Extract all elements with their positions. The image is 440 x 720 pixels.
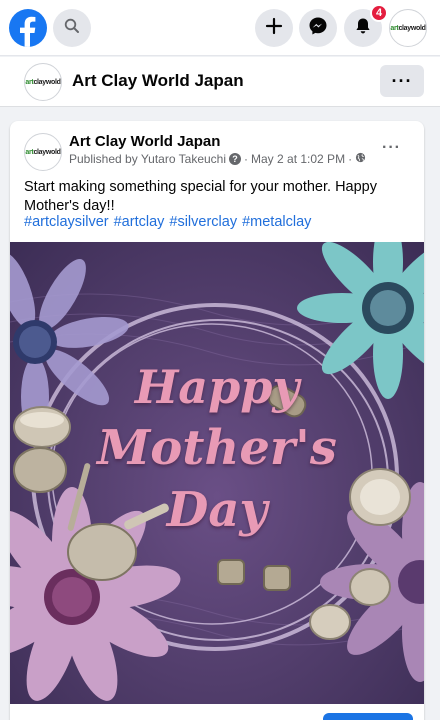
meta-separator: · [244, 152, 249, 166]
globe-icon [355, 152, 366, 166]
published-by: Published by Yutaro Takeuchi [69, 152, 227, 166]
page-more-button[interactable]: ··· [380, 65, 424, 97]
profile-logo: artclaywold [390, 24, 426, 32]
post-author-name[interactable]: Art Clay World Japan [69, 133, 220, 150]
post-more-button[interactable]: ··· [382, 139, 401, 157]
messenger-icon [308, 16, 328, 41]
hashtag-link[interactable]: #metalclay [242, 214, 311, 230]
hashtag-list: #artclaysilver #artclay #silverclay #metalc… [24, 214, 316, 230]
profile-avatar[interactable]: artclaywold [389, 9, 427, 47]
image-text-day: Day [166, 482, 268, 538]
post-author-logo: artclaywold [25, 148, 61, 156]
image-text-mothers: Mother's [97, 420, 337, 476]
page-header: artclaywold Art Clay World Japan ··· [0, 57, 440, 107]
post-image[interactable]: Happy Mother's Day [10, 242, 424, 704]
top-navigation-bar: 4 artclaywold [0, 0, 440, 56]
bell-icon [354, 17, 372, 40]
notifications-button[interactable]: 4 [344, 4, 388, 47]
meta-separator-2: · [348, 152, 353, 166]
more-icon: ··· [391, 70, 413, 91]
search-button[interactable] [53, 9, 91, 47]
post-meta: Published by Yutaro Takeuchi ? · May 2 a… [69, 152, 366, 166]
bottom-action-button[interactable] [323, 713, 413, 720]
more-icon: ··· [382, 139, 401, 156]
help-icon[interactable]: ? [229, 153, 242, 165]
search-icon [64, 18, 80, 39]
page-logo: artclaywold [25, 78, 61, 86]
messenger-button[interactable] [299, 9, 337, 47]
post-card: artclaywold Art Clay World Japan Publish… [10, 121, 424, 720]
post-date[interactable]: May 2 at 1:02 PM [251, 152, 345, 166]
page-title[interactable]: Art Clay World Japan [72, 71, 244, 91]
hashtag-link[interactable]: #silverclay [169, 214, 237, 230]
hashtag-link[interactable]: #artclaysilver [24, 214, 109, 230]
post-text: Start making something special for your … [24, 179, 377, 214]
create-button[interactable] [255, 9, 293, 47]
post-author-avatar[interactable]: artclaywold [24, 133, 62, 171]
image-text-happy: Happy [134, 360, 300, 414]
plus-icon [265, 17, 283, 40]
hashtag-link[interactable]: #artclay [114, 214, 165, 230]
page-avatar[interactable]: artclaywold [24, 63, 62, 101]
facebook-logo-icon[interactable] [9, 9, 47, 47]
notification-badge: 4 [370, 4, 388, 22]
